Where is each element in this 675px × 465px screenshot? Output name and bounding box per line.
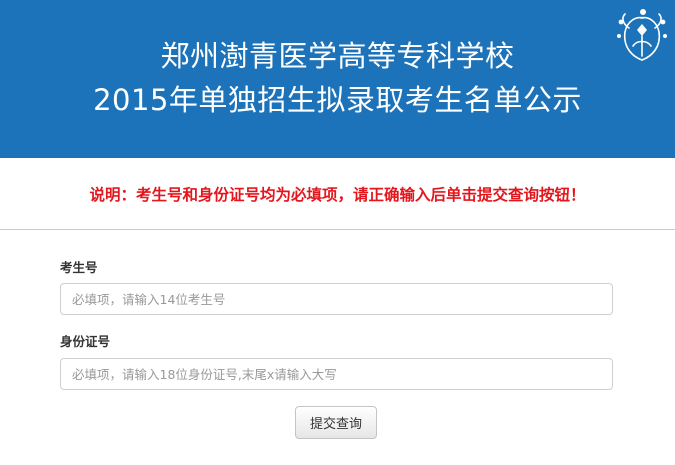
floral-emblem-icon <box>617 9 667 61</box>
section-divider <box>0 229 675 230</box>
header-banner: 郑州澍青医学高等专科学校 2015年单独招生拟录取考生名单公示 <box>0 0 675 158</box>
page-title-line1: 郑州澍青医学高等专科学校 <box>160 39 515 73</box>
id-number-label: 身份证号 <box>60 334 111 349</box>
exam-number-input[interactable] <box>60 283 613 315</box>
page-title-line2: 2015年单独招生拟录取考生名单公示 <box>93 83 582 117</box>
id-number-input[interactable] <box>60 358 613 390</box>
exam-number-label: 考生号 <box>60 260 98 275</box>
instruction-notice: 说明：考生号和身份证号均为必填项，请正确输入后单击提交查询按钮！ <box>89 186 586 204</box>
submit-query-button[interactable]: 提交查询 <box>295 406 377 439</box>
page: 郑州澍青医学高等专科学校 2015年单独招生拟录取考生名单公示 说明：考生号和身… <box>0 0 675 465</box>
